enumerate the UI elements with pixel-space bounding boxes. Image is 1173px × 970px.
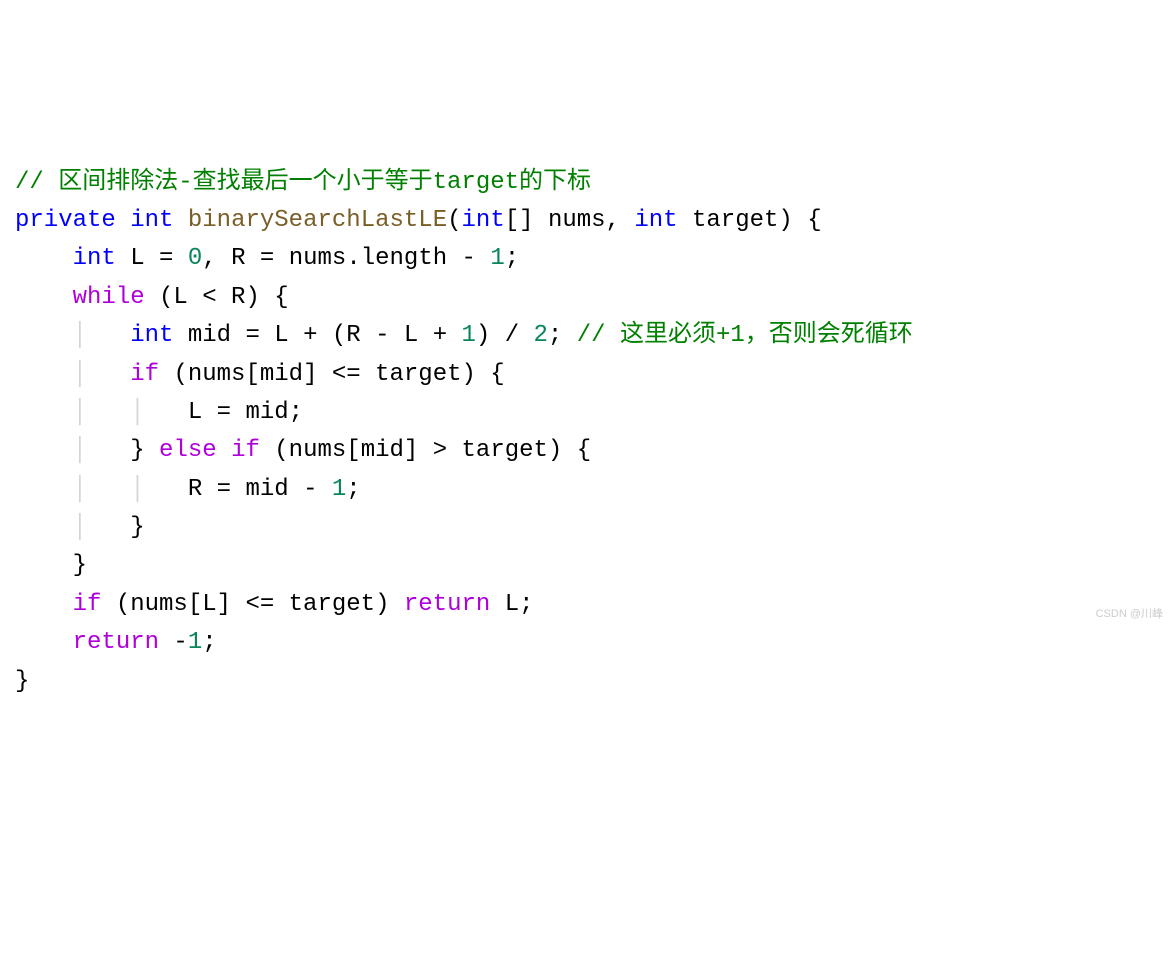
eq: =	[245, 245, 288, 272]
semi: ;	[346, 476, 360, 503]
sp	[145, 476, 188, 503]
keyword-if: if	[73, 591, 102, 618]
paren: )	[778, 207, 792, 234]
condition: (nums[L] <= target)	[101, 591, 403, 618]
indent	[15, 361, 73, 388]
property: length	[361, 245, 447, 272]
op: -	[447, 245, 490, 272]
keyword-else: else	[159, 437, 217, 464]
indent	[15, 245, 73, 272]
sp	[87, 399, 130, 426]
type-int: int	[73, 245, 116, 272]
indent-guide: │	[73, 514, 87, 541]
condition: (L < R) {	[145, 284, 289, 311]
brace: }	[73, 552, 87, 579]
op: ) /	[476, 322, 534, 349]
number: 1	[462, 322, 476, 349]
sp	[145, 399, 188, 426]
indent	[15, 591, 73, 618]
number: 1	[188, 629, 202, 656]
keyword-if: if	[130, 361, 159, 388]
keyword-return: return	[73, 629, 159, 656]
indent	[15, 322, 73, 349]
sp	[217, 437, 231, 464]
indent-guide: │	[130, 399, 144, 426]
comma: ,	[606, 207, 620, 234]
val: L;	[490, 591, 533, 618]
brace: {	[793, 207, 822, 234]
sp	[87, 514, 130, 541]
var: nums	[289, 245, 347, 272]
stmt: L = mid;	[188, 399, 303, 426]
indent	[15, 284, 73, 311]
method-name: binarySearchLastLE	[188, 207, 447, 234]
indent-guide: │	[73, 399, 87, 426]
indent	[15, 476, 73, 503]
sp	[87, 476, 130, 503]
param: nums	[548, 207, 606, 234]
param: target	[692, 207, 778, 234]
paren: (	[447, 207, 461, 234]
semi: ;	[548, 322, 577, 349]
keyword-if: if	[231, 437, 260, 464]
indent	[15, 552, 73, 579]
sp	[87, 437, 130, 464]
var: R	[231, 245, 245, 272]
indent-guide: │	[73, 322, 87, 349]
number: 0	[188, 245, 202, 272]
type-int: int	[130, 207, 173, 234]
type-int: int	[130, 322, 173, 349]
keyword-while: while	[73, 284, 145, 311]
type-int: int	[462, 207, 505, 234]
condition: (nums[mid] > target) {	[260, 437, 591, 464]
indent-guide: │	[73, 437, 87, 464]
keyword-return: return	[404, 591, 490, 618]
condition: (nums[mid] <= target) {	[159, 361, 505, 388]
code-block: // 区间排除法-查找最后一个小于等于target的下标 private int…	[15, 164, 1158, 701]
eq: =	[145, 245, 188, 272]
indent	[15, 399, 73, 426]
number: 1	[332, 476, 346, 503]
number: 1	[490, 245, 504, 272]
keyword-private: private	[15, 207, 116, 234]
var: L	[130, 245, 144, 272]
semi: ;	[202, 629, 216, 656]
indent-guide: │	[73, 476, 87, 503]
neg: -	[159, 629, 188, 656]
code-comment: // 这里必须+1，否则会死循环	[577, 322, 913, 349]
comma: ,	[202, 245, 231, 272]
brace: }	[130, 437, 159, 464]
semi: ;	[505, 245, 519, 272]
indent	[15, 514, 73, 541]
indent	[15, 629, 73, 656]
number: 2	[534, 322, 548, 349]
sp	[87, 361, 130, 388]
type-int: int	[634, 207, 677, 234]
sp	[87, 322, 130, 349]
brackets: []	[505, 207, 534, 234]
brace: }	[130, 514, 144, 541]
code-comment: // 区间排除法-查找最后一个小于等于target的下标	[15, 169, 591, 196]
stmt: mid = L + (R - L +	[173, 322, 461, 349]
indent	[15, 437, 73, 464]
dot: .	[346, 245, 360, 272]
indent-guide: │	[130, 476, 144, 503]
stmt: R = mid -	[188, 476, 332, 503]
watermark: CSDN @川峰	[1096, 606, 1163, 624]
brace: }	[15, 668, 29, 695]
indent-guide: │	[73, 361, 87, 388]
